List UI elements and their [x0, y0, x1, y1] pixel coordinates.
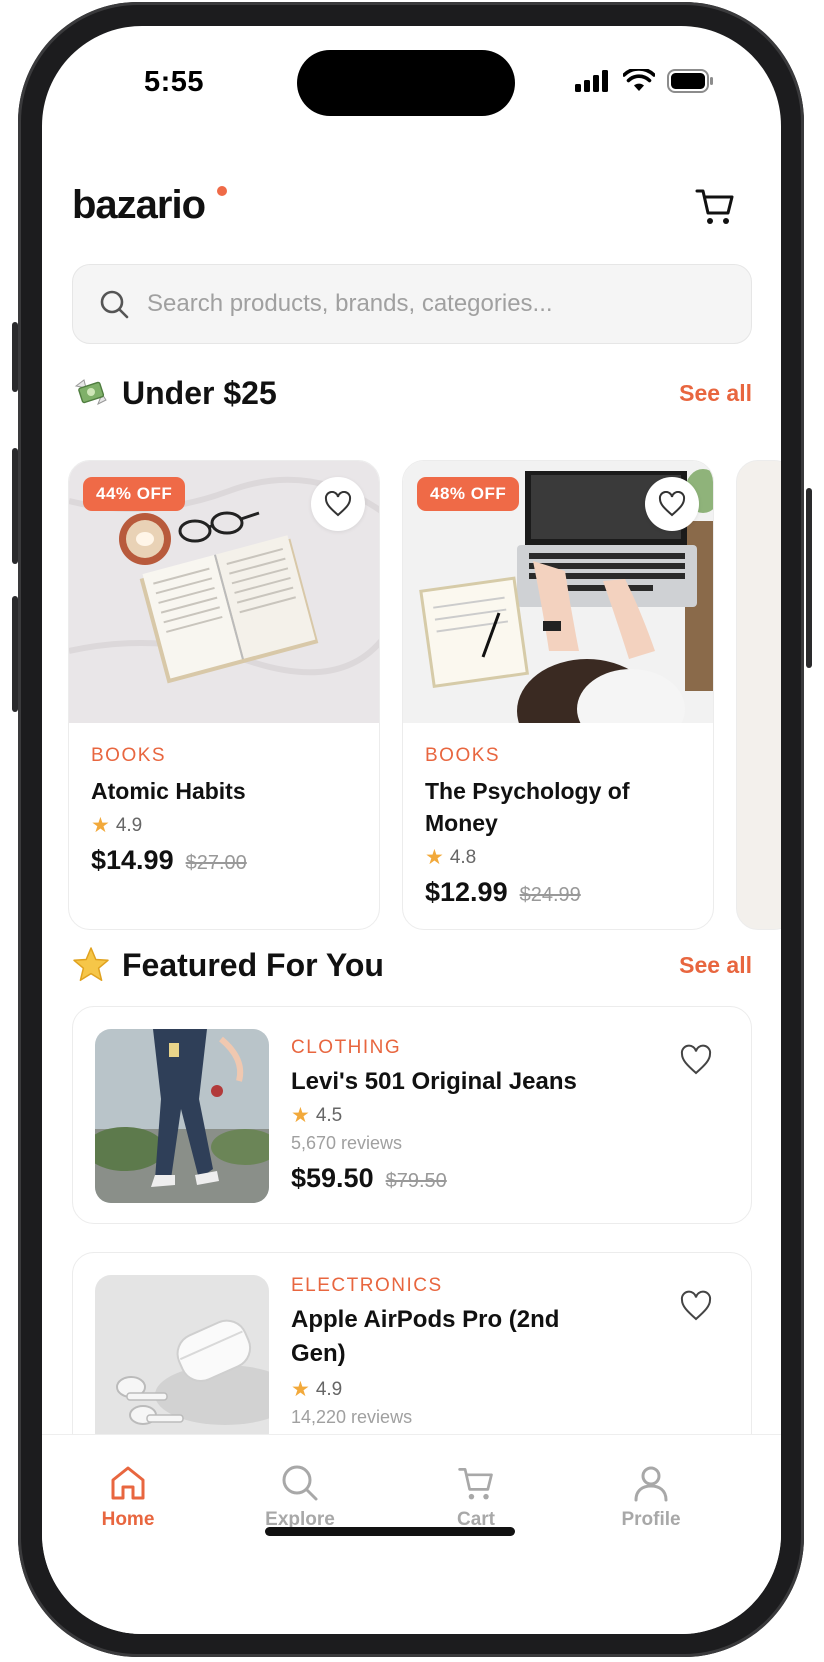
home-indicator[interactable] [265, 1527, 515, 1536]
product-old-price: $24.99 [519, 884, 581, 906]
heart-icon [324, 491, 352, 517]
search-icon [282, 1465, 318, 1501]
price-row: $12.99 $24.99 [425, 877, 581, 908]
status-time: 5:55 [144, 66, 205, 98]
product-price: $14.99 [91, 845, 174, 875]
product-card[interactable]: 44% OFF BOOKS Atomic Habits ★ 4.9 $14.99… [68, 460, 380, 930]
dynamic-island [297, 50, 515, 116]
heart-icon[interactable] [679, 1289, 713, 1323]
star-icon: ★ [291, 1378, 310, 1401]
product-name: Apple AirPods Pro (2nd Gen) [291, 1306, 560, 1367]
status-icons [575, 69, 715, 93]
review-count: 5,670 reviews [291, 1133, 403, 1153]
wifi-icon [623, 69, 655, 91]
cart-icon [458, 1468, 493, 1500]
product-price: $12.99 [425, 877, 508, 907]
heart-icon [658, 491, 686, 517]
product-price: $59.50 [291, 1163, 374, 1193]
rating-value: 4.9 [315, 1378, 343, 1400]
under-see-all-link[interactable]: See all [679, 380, 752, 407]
mute-switch [12, 322, 18, 392]
money-wings-icon [72, 374, 110, 412]
review-count: 14,220 reviews [291, 1407, 413, 1427]
app-screen: 5:55 bazario Search products, brands, ca… [42, 26, 781, 1634]
product-rating: ★ 4.9 [91, 813, 142, 838]
featured-section-label: Featured For You [122, 946, 384, 983]
volume-down-button [12, 596, 18, 712]
favorite-button[interactable] [645, 477, 699, 531]
product-card-peek[interactable] [736, 460, 781, 930]
tab-label: Profile [621, 1509, 681, 1530]
product-old-price: $79.50 [385, 1170, 447, 1192]
logo-accent-dot [217, 186, 227, 196]
battery-icon [667, 69, 713, 93]
tab-cart[interactable]: Cart [416, 1463, 536, 1531]
star-icon: ★ [91, 814, 110, 837]
under-section-header: Under $25 See all [72, 374, 752, 412]
volume-up-button [12, 448, 18, 564]
favorite-button[interactable] [311, 477, 365, 531]
product-name: The Psychology of Money [425, 778, 630, 836]
rating-value: 4.9 [115, 814, 143, 836]
under-section-title: Under $25 [72, 374, 277, 412]
tab-home[interactable]: Home [68, 1463, 188, 1531]
cart-icon[interactable] [693, 184, 737, 228]
tab-profile[interactable]: Profile [591, 1463, 711, 1531]
product-image [95, 1275, 269, 1449]
product-category: ELECTRONICS [291, 1275, 443, 1296]
tab-label: Home [101, 1509, 155, 1530]
featured-product-card[interactable]: CLOTHING Levi's 501 Original Jeans ★ 4.5… [72, 1006, 752, 1224]
rating-value: 4.5 [315, 1104, 343, 1126]
star-icon: ★ [291, 1104, 310, 1127]
product-rating: ★ 4.5 [291, 1103, 342, 1128]
power-button [806, 488, 812, 668]
product-rating: ★ 4.8 [425, 845, 476, 870]
tab-explore[interactable]: Explore [240, 1463, 360, 1531]
rating-value: 4.8 [449, 846, 477, 868]
product-card[interactable]: 48% OFF BOOKS The Psychology of Money ★ … [402, 460, 714, 930]
product-rating: ★ 4.9 [291, 1377, 342, 1402]
product-image [95, 1029, 269, 1203]
price-row: $59.50 $79.50 [291, 1163, 447, 1194]
product-category: BOOKS [425, 745, 501, 766]
profile-icon [634, 1466, 668, 1502]
star-emoji-icon [72, 946, 110, 984]
home-icon [111, 1466, 145, 1500]
heart-icon[interactable] [679, 1043, 713, 1077]
product-name: Levi's 501 Original Jeans [291, 1068, 577, 1095]
product-old-price: $27.00 [185, 852, 247, 874]
product-category: CLOTHING [291, 1037, 402, 1058]
star-icon: ★ [425, 846, 444, 869]
signal-icon [575, 70, 608, 92]
product-name: Atomic Habits [91, 778, 246, 804]
search-input[interactable] [147, 290, 687, 318]
search-bar[interactable] [72, 264, 752, 344]
featured-section-title: Featured For You [72, 946, 384, 984]
featured-see-all-link[interactable]: See all [679, 952, 752, 979]
app-logo[interactable]: bazario [72, 183, 206, 228]
search-icon [100, 290, 129, 319]
discount-badge: 48% OFF [417, 477, 520, 511]
featured-section-header: Featured For You See all [72, 946, 752, 984]
price-row: $14.99 $27.00 [91, 845, 247, 876]
discount-badge: 44% OFF [83, 477, 186, 511]
bottom-tab-bar: Home Explore Cart Profile [42, 1434, 781, 1634]
under-section-label: Under $25 [122, 374, 277, 411]
product-category: BOOKS [91, 745, 167, 766]
